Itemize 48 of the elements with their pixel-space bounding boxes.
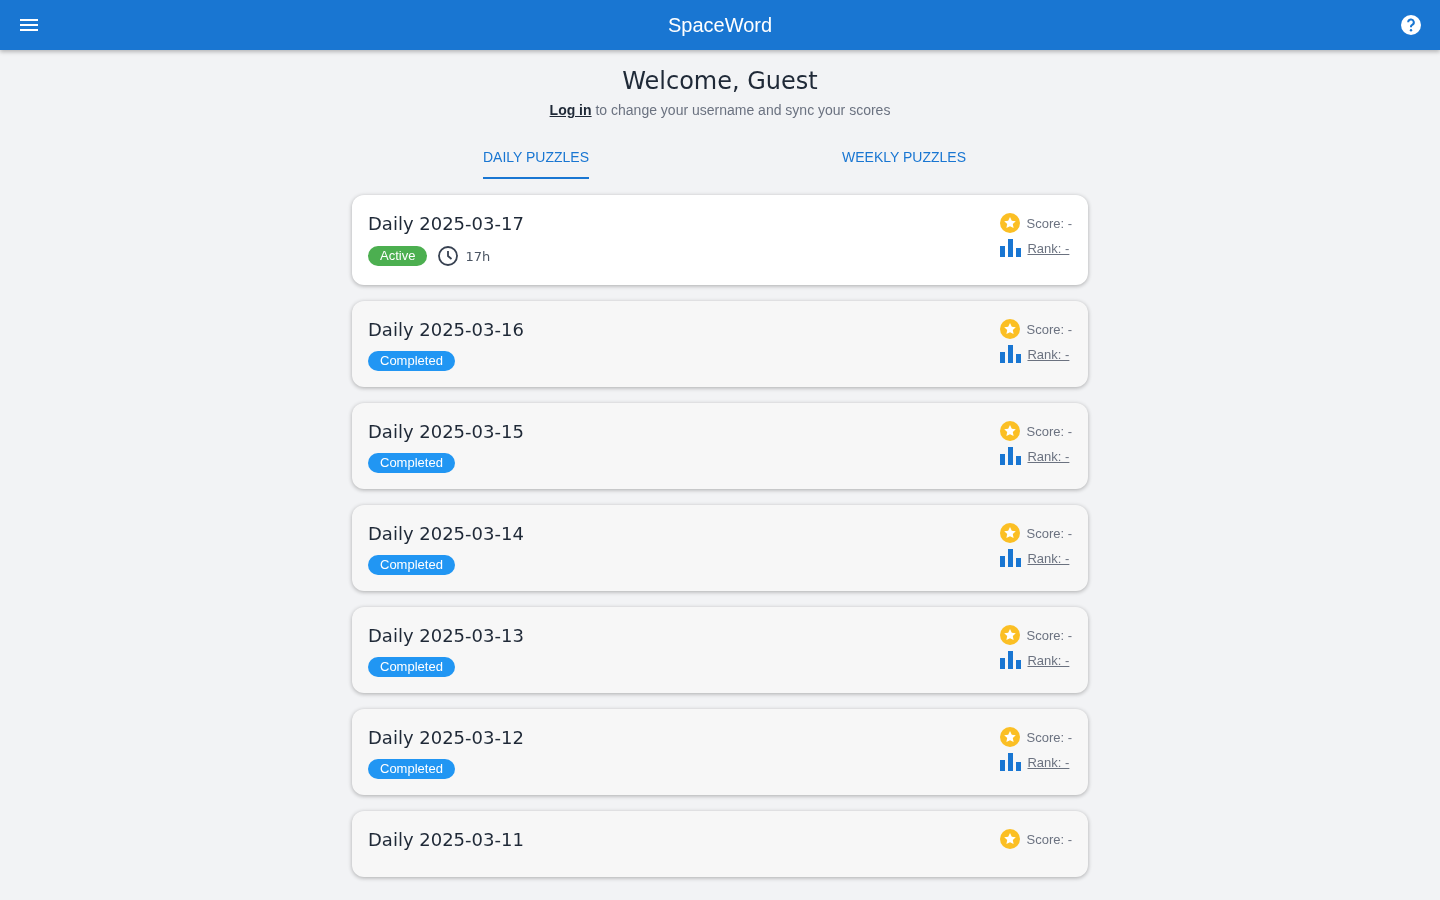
puzzle-title: Daily 2025-03-14: [368, 523, 524, 545]
puzzle-title: Daily 2025-03-12: [368, 727, 524, 749]
status-chip: Completed: [368, 759, 455, 779]
welcome-heading: Welcome, Guest: [622, 66, 818, 96]
status-chip: Completed: [368, 657, 455, 677]
puzzle-title: Daily 2025-03-17: [368, 213, 524, 235]
help-icon[interactable]: [1399, 13, 1423, 37]
bar-chart-icon: [1000, 651, 1022, 669]
status-chip: Completed: [368, 555, 455, 575]
tab[interactable]: WEEKLY PUZZLES: [842, 146, 966, 179]
status-chip: Active: [368, 246, 428, 266]
puzzle-title: Daily 2025-03-15: [368, 421, 524, 443]
app-title: SpaceWord: [667, 13, 773, 37]
puzzle-card[interactable]: Daily 2025-03-16 Completed Score: - Rank: -: [352, 301, 1088, 387]
puzzle-title: Daily 2025-03-13: [368, 625, 524, 647]
time-left: 17h: [465, 248, 491, 264]
status-chip: Completed: [368, 351, 455, 371]
status-chip: Completed: [368, 453, 455, 473]
bar-chart-icon: [1000, 345, 1022, 363]
puzzle-title: Daily 2025-03-16: [368, 319, 524, 341]
bar-chart-icon: [1000, 753, 1022, 771]
score-text: Score: -: [1026, 831, 1072, 847]
puzzle-card[interactable]: Daily 2025-03-12 Completed Score: - Rank: -: [352, 709, 1088, 795]
score-text: Score: -: [1026, 525, 1072, 541]
puzzle-card[interactable]: Daily 2025-03-17 Active 17h Score: - Rank: -: [352, 195, 1088, 285]
rank-link[interactable]: Rank: -: [1027, 346, 1070, 362]
puzzle-card[interactable]: Daily 2025-03-14 Completed Score: - Rank: -: [352, 505, 1088, 591]
puzzle-card[interactable]: Daily 2025-03-13 Completed Score: - Rank: -: [352, 607, 1088, 693]
puzzle-card[interactable]: Daily 2025-03-15 Completed Score: - Rank: -: [352, 403, 1088, 489]
rank-link[interactable]: Rank: -: [1027, 652, 1070, 668]
clock-icon: [437, 245, 460, 267]
rank-link[interactable]: Rank: -: [1027, 754, 1070, 770]
login-hint: to change your username and sync your scores: [595, 102, 891, 118]
puzzle-card[interactable]: Daily 2025-03-11 Score: -: [352, 811, 1088, 877]
bar-chart-icon: [1000, 549, 1022, 567]
tab[interactable]: DAILY PUZZLES: [482, 146, 590, 179]
score-text: Score: -: [1026, 627, 1072, 643]
puzzle-title: Daily 2025-03-11: [368, 829, 524, 851]
bar-chart-icon: [1000, 447, 1022, 465]
score-text: Score: -: [1026, 215, 1072, 231]
rank-link[interactable]: Rank: -: [1027, 550, 1070, 566]
rank-link[interactable]: Rank: -: [1027, 240, 1070, 256]
score-text: Score: -: [1026, 423, 1072, 439]
bar-chart-icon: [1000, 239, 1022, 257]
score-text: Score: -: [1026, 729, 1072, 745]
login-link[interactable]: Log in: [549, 102, 592, 118]
score-text: Score: -: [1026, 321, 1072, 337]
rank-link[interactable]: Rank: -: [1027, 448, 1070, 464]
